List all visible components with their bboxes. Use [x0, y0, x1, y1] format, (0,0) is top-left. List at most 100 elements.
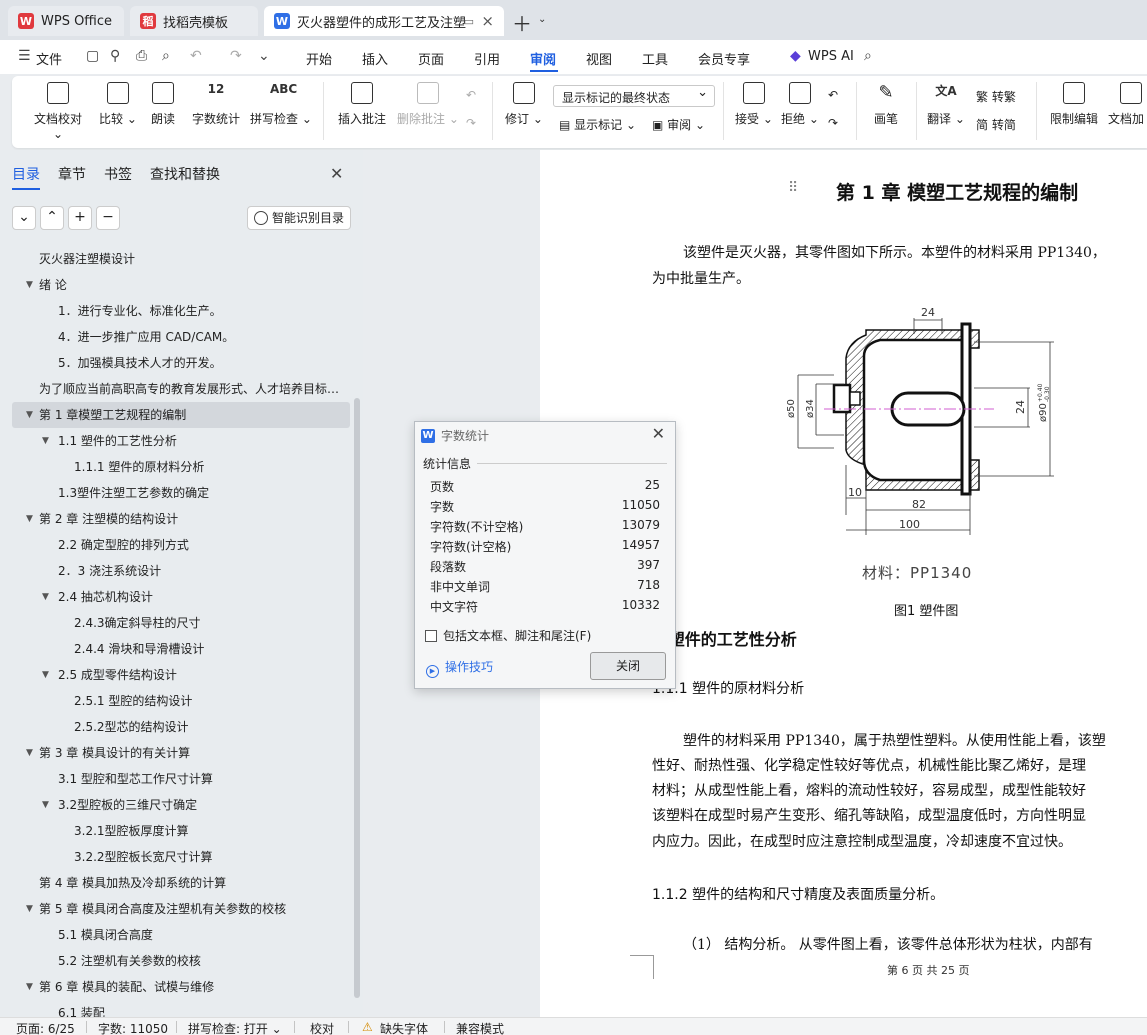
next-comment-icon[interactable]: ↷ [466, 116, 476, 130]
read-aloud-button[interactable]: 朗读 [148, 82, 178, 127]
toc-item[interactable]: ▼ 2.4 抽芯机构设计 [12, 584, 350, 610]
save-icon[interactable]: ▢ [86, 48, 99, 64]
toc-item[interactable]: 5.1 模具闭合高度 [12, 922, 350, 948]
nav-tab-sections[interactable]: 章节 [58, 164, 86, 184]
toc-item[interactable]: 2.4.3确定斜导柱的尺寸 [12, 610, 350, 636]
menu-view[interactable]: 视图 [586, 49, 612, 68]
expand-caret-icon[interactable]: ▼ [42, 428, 49, 454]
expand-caret-icon[interactable]: ▼ [42, 584, 49, 610]
toc-item[interactable]: ▼ 第 3 章 模具设计的有关计算 [12, 740, 350, 766]
compare-button[interactable]: 比较 ⌄ [96, 82, 140, 127]
expand-caret-icon[interactable]: ▼ [26, 896, 33, 922]
search-icon[interactable]: ⌕ [864, 48, 872, 64]
reject-button[interactable]: 拒绝 ⌄ [780, 82, 820, 127]
toc-item[interactable]: 2．3 浇注系统设计 [12, 558, 350, 584]
next-revision-icon[interactable]: ↷ [828, 116, 838, 130]
toc-item[interactable]: 第 4 章 模具加热及冷却系统的计算 [12, 870, 350, 896]
tab-wps-office[interactable]: W WPS Office [8, 6, 124, 36]
expand-caret-icon[interactable]: ▼ [42, 662, 49, 688]
menu-member[interactable]: 会员专享 [698, 49, 750, 68]
revise-button[interactable]: 修订 ⌄ [504, 82, 544, 127]
chevron-down-icon[interactable]: ⌄ [538, 14, 546, 25]
redo-icon[interactable]: ↷ [230, 48, 242, 64]
menu-page[interactable]: 页面 [418, 49, 444, 68]
undo-icon[interactable]: ↶ [190, 48, 202, 64]
toc-item[interactable]: 3.2.1型腔板厚度计算 [12, 818, 350, 844]
new-tab-icon[interactable]: ＋ [512, 8, 532, 37]
toc-item[interactable]: ▼ 3.2型腔板的三维尺寸确定 [12, 792, 350, 818]
checkbox-box[interactable] [425, 630, 437, 642]
doc-check-button[interactable]: 文档校对 ⌄ [28, 82, 88, 141]
toc-item[interactable]: 3.2.2型腔板长宽尺寸计算 [12, 844, 350, 870]
print-icon[interactable]: ⎙ [136, 48, 147, 64]
status-spell-check[interactable]: 拼写检查: 打开 ⌄ [188, 1020, 282, 1035]
doc-protect-button[interactable]: 文档加 [1108, 82, 1147, 127]
smart-toc-button[interactable]: 智能识别目录 [247, 206, 351, 230]
tab-docer-template[interactable]: 稻 找稻壳模板 [130, 6, 258, 36]
review-pane-button[interactable]: ▣ 审阅 ⌄ [652, 116, 705, 133]
toc-item[interactable]: 1.1.1 塑件的原材料分析 [12, 454, 350, 480]
hamburger-icon[interactable]: ☰ [18, 48, 31, 64]
toc-item[interactable]: 2.2 确定型腔的排列方式 [12, 532, 350, 558]
expand-caret-icon[interactable]: ▼ [26, 974, 33, 1000]
menu-home[interactable]: 开始 [306, 49, 332, 68]
add-heading-button[interactable]: + [68, 206, 92, 230]
collapse-up-button[interactable]: ⌃ [40, 206, 64, 230]
to-traditional-button[interactable]: 繁 转繁 [976, 88, 1016, 105]
toc-item[interactable]: 5．加强模具技术人才的开发。 [12, 350, 350, 376]
toc-item[interactable]: 1．进行专业化、标准化生产。 [12, 298, 350, 324]
prev-revision-icon[interactable]: ↶ [828, 88, 838, 102]
include-textbox-checkbox[interactable]: 包括文本框、脚注和尾注(F) [425, 627, 591, 644]
menu-reference[interactable]: 引用 [474, 49, 500, 68]
menu-tools[interactable]: 工具 [642, 49, 668, 68]
menu-review[interactable]: 审阅 [530, 49, 556, 68]
toc-item[interactable]: 4．进一步推广应用 CAD/CAM。 [12, 324, 350, 350]
menu-wps-ai[interactable]: WPS AI [808, 49, 854, 64]
prev-comment-icon[interactable]: ↶ [466, 88, 476, 102]
restrict-edit-button[interactable]: 限制编辑 [1048, 82, 1100, 127]
expand-caret-icon[interactable]: ▼ [26, 740, 33, 766]
toc-item[interactable]: 2.4.4 滑块和导滑槽设计 [12, 636, 350, 662]
collapse-down-button[interactable]: ⌄ [12, 206, 36, 230]
to-simplified-button[interactable]: 简 转简 [976, 116, 1016, 133]
toc-item[interactable]: 灭火器注塑模设计 [12, 246, 350, 272]
menu-file[interactable]: 文件 [36, 49, 62, 68]
toc-item[interactable]: 2.5.1 型腔的结构设计 [12, 688, 350, 714]
expand-caret-icon[interactable]: ▼ [26, 272, 33, 298]
toc-item[interactable]: 为了顺应当前高职高专的教育发展形式、人才培养目标… [12, 376, 350, 402]
toc-item[interactable]: ▼ 绪 论 [12, 272, 350, 298]
expand-caret-icon[interactable]: ▼ [26, 506, 33, 532]
spell-check-button[interactable]: ABC 拼写检查 ⌄ [250, 82, 312, 127]
expand-caret-icon[interactable]: ▼ [26, 402, 33, 428]
more-chevron-icon[interactable]: ⌄ [258, 48, 270, 64]
status-missing-font[interactable]: 缺失字体 [380, 1020, 428, 1035]
nav-tab-find-replace[interactable]: 查找和替换 [150, 164, 220, 184]
word-count-button[interactable]: 12 字数统计 [190, 82, 242, 127]
close-icon[interactable]: ✕ [330, 164, 343, 183]
accept-button[interactable]: 接受 ⌄ [734, 82, 774, 127]
nav-scrollbar[interactable] [354, 398, 360, 998]
drag-handle-icon[interactable]: ⠿ [788, 180, 798, 196]
nav-tab-toc[interactable]: 目录 [12, 164, 40, 184]
insert-comment-button[interactable]: 插入批注 [334, 82, 390, 127]
close-button[interactable]: 关闭 [590, 652, 666, 680]
tab-current-document[interactable]: W 灭火器塑件的成形工艺及注塑 ▭ × [264, 6, 504, 36]
expand-caret-icon[interactable]: ▼ [42, 792, 49, 818]
status-words[interactable]: 字数: 11050 [98, 1020, 168, 1035]
translate-button[interactable]: 文A 翻译 ⌄ [926, 82, 966, 127]
status-proof[interactable]: 校对 [310, 1020, 334, 1035]
nav-tab-bookmarks[interactable]: 书签 [104, 164, 132, 184]
print-preview-icon[interactable]: ⌕ [162, 48, 170, 64]
tips-link[interactable]: ▶ 操作技巧 [426, 658, 493, 678]
toc-item[interactable]: 5.2 注塑机有关参数的校核 [12, 948, 350, 974]
share-icon[interactable]: ⚲ [110, 48, 120, 64]
toc-item[interactable]: 3.1 型腔和型芯工作尺寸计算 [12, 766, 350, 792]
toc-item[interactable]: ▼ 1.1 塑件的工艺性分析 [12, 428, 350, 454]
close-icon[interactable]: × [481, 12, 494, 30]
close-icon[interactable]: ✕ [652, 424, 665, 443]
toc-item[interactable]: ▼ 第 1 章模塑工艺规程的编制 [12, 402, 350, 428]
remove-heading-button[interactable]: − [96, 206, 120, 230]
display-mode-select[interactable]: 显示标记的最终状态 [553, 85, 715, 107]
toc-item[interactable]: ▼ 第 5 章 模具闭合高度及注塑机有关参数的校核 [12, 896, 350, 922]
toc-item[interactable]: ▼ 第 2 章 注塑模的结构设计 [12, 506, 350, 532]
